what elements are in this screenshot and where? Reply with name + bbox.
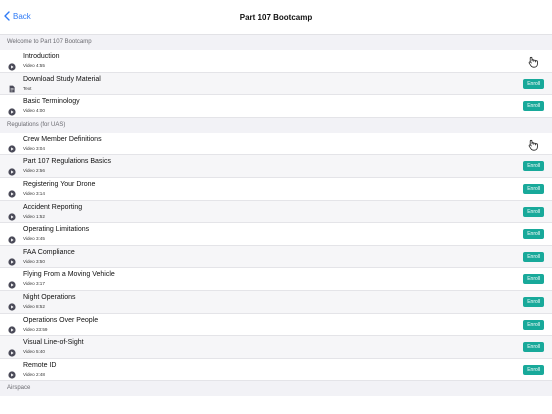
enroll-button[interactable]: Enroll xyxy=(523,364,544,375)
enroll-button[interactable]: Enroll xyxy=(523,78,544,89)
list-item[interactable]: Visual Line-of-Sight Video 5:40 Enroll xyxy=(0,336,552,359)
list-item[interactable]: Operations Over People Video 23:59 Enroll xyxy=(0,313,552,337)
list-item[interactable]: Crew Member Definitions Video 3:04 xyxy=(0,132,552,156)
lesson-title: Part 107 Regulations Basics xyxy=(23,158,111,166)
lesson-subtitle: Video 3:50 xyxy=(23,258,45,264)
play-icon xyxy=(8,321,16,334)
lesson-title: Crew Member Definitions xyxy=(23,135,102,143)
lesson-subtitle: Video 5:40 xyxy=(23,349,45,355)
lesson-title: Remote ID xyxy=(23,361,57,369)
play-icon xyxy=(8,344,16,357)
lesson-subtitle: Video 4:55 xyxy=(23,63,45,68)
play-icon xyxy=(8,366,16,379)
play-icon xyxy=(8,58,16,71)
list-item[interactable]: Remote ID Video 2:48 Enroll xyxy=(0,358,552,382)
enroll-button[interactable]: Enroll xyxy=(523,251,544,262)
play-icon xyxy=(8,276,16,289)
lesson-title: Visual Line-of-Sight xyxy=(23,339,84,347)
lesson-title: Basic Terminology xyxy=(23,98,80,106)
lesson-title: Flying From a Moving Vehicle xyxy=(23,271,115,279)
lesson-list: Welcome to Part 107 Bootcamp Introduction… xyxy=(0,35,552,397)
section-header: Airspace xyxy=(0,381,552,397)
list-item[interactable]: Introduction Video 4:55 xyxy=(0,50,552,73)
hand-pointer-icon[interactable] xyxy=(527,138,539,151)
lesson-subtitle: Video 2:56 xyxy=(23,168,45,174)
hand-pointer-icon[interactable] xyxy=(527,55,539,68)
list-item[interactable]: Basic Terminology Video 4:00 Enroll xyxy=(0,95,552,118)
lesson-title: Operations Over People xyxy=(23,316,99,324)
navigation-bar: Back Part 107 Bootcamp xyxy=(0,0,552,35)
play-icon xyxy=(8,163,16,176)
enroll-button[interactable]: Enroll xyxy=(523,274,544,285)
list-item[interactable]: Download Study Material Text Enroll xyxy=(0,72,552,96)
lesson-title: FAA Compliance xyxy=(23,248,75,256)
enroll-button[interactable]: Enroll xyxy=(523,161,544,172)
lesson-title: Accident Reporting xyxy=(23,203,83,211)
lesson-subtitle: Video 2:48 xyxy=(23,371,45,377)
enroll-button[interactable]: Enroll xyxy=(523,342,544,353)
lesson-title: Night Operations xyxy=(23,293,76,301)
play-icon xyxy=(8,140,16,153)
enroll-button[interactable]: Enroll xyxy=(523,229,544,240)
lesson-subtitle: Video 3:45 xyxy=(23,236,45,242)
lesson-title: Registering Your Drone xyxy=(23,180,96,188)
play-icon xyxy=(8,103,16,116)
lesson-subtitle: Video 3:04 xyxy=(23,145,45,151)
lesson-title: Operating Limitations xyxy=(23,226,90,234)
play-icon xyxy=(8,208,16,221)
play-icon xyxy=(8,253,16,266)
play-icon xyxy=(8,231,16,244)
lesson-subtitle: Video 1:52 xyxy=(23,213,45,219)
list-item[interactable]: Part 107 Regulations Basics Video 2:56 Enr… xyxy=(0,155,552,178)
enroll-button[interactable]: Enroll xyxy=(523,183,544,194)
lesson-subtitle: Video 8:52 xyxy=(23,303,45,309)
enroll-button[interactable]: Enroll xyxy=(523,296,544,307)
list-item[interactable]: Night Operations Video 8:52 Enroll xyxy=(0,290,552,314)
enroll-button[interactable]: Enroll xyxy=(523,319,544,330)
list-item[interactable]: FAA Compliance Video 3:50 Enroll xyxy=(0,245,552,269)
play-icon xyxy=(8,298,16,312)
list-item[interactable]: Flying From a Moving Vehicle Video 3:17 En… xyxy=(0,268,552,291)
play-icon xyxy=(8,185,16,199)
lesson-subtitle: Video 4:00 xyxy=(23,108,45,114)
list-item[interactable]: Registering Your Drone Video 3:14 Enroll xyxy=(0,177,552,201)
lesson-subtitle: Video 3:17 xyxy=(23,281,45,287)
lesson-title: Download Study Material xyxy=(23,75,101,83)
section-header: Welcome to Part 107 Bootcamp xyxy=(0,35,552,50)
list-item[interactable]: Operating Limitations Video 3:45 Enroll xyxy=(0,223,552,246)
lesson-subtitle: Text xyxy=(23,85,32,91)
lesson-subtitle: Video 23:59 xyxy=(23,326,48,332)
page-title: Part 107 Bootcamp xyxy=(239,13,313,22)
enroll-button[interactable]: Enroll xyxy=(523,206,544,217)
list-item[interactable]: Accident Reporting Video 1:52 Enroll xyxy=(0,200,552,224)
document-icon xyxy=(8,80,16,93)
lesson-title: Introduction xyxy=(23,53,60,60)
enroll-button[interactable]: Enroll xyxy=(523,101,544,112)
lesson-subtitle: Video 3:14 xyxy=(23,190,45,196)
section-header: Regulations (for UAS) xyxy=(0,117,552,133)
